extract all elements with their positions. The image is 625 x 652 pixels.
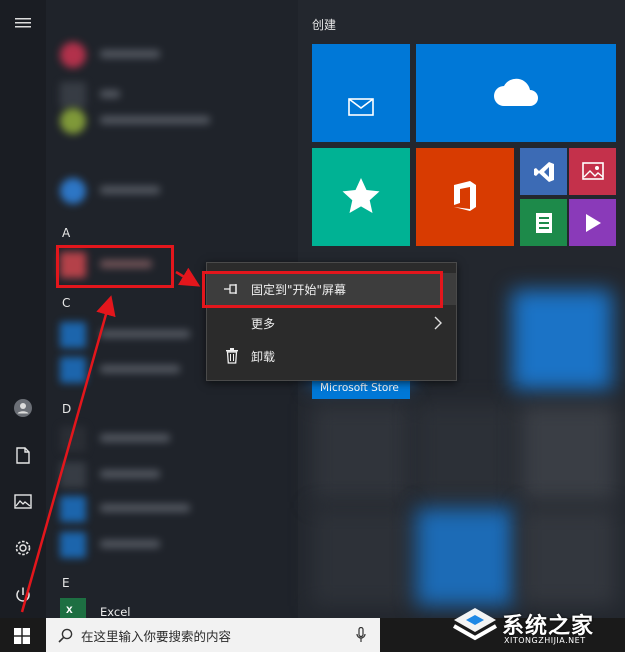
brand-logo-icon bbox=[453, 608, 497, 641]
annotation-arrows bbox=[20, 267, 201, 613]
windows-logo-icon bbox=[14, 628, 30, 644]
watermark-logo: 系统之家 XITONGZHIJIA.NET bbox=[452, 602, 617, 650]
brand-url: XITONGZHIJIA.NET bbox=[504, 636, 586, 645]
start-button[interactable] bbox=[8, 624, 36, 648]
search-icon bbox=[58, 628, 73, 643]
search-placeholder: 在这里输入你要搜索的内容 bbox=[81, 628, 232, 644]
taskbar-search-box[interactable]: 在这里输入你要搜索的内容 bbox=[46, 618, 380, 652]
microphone-icon[interactable] bbox=[356, 626, 366, 647]
